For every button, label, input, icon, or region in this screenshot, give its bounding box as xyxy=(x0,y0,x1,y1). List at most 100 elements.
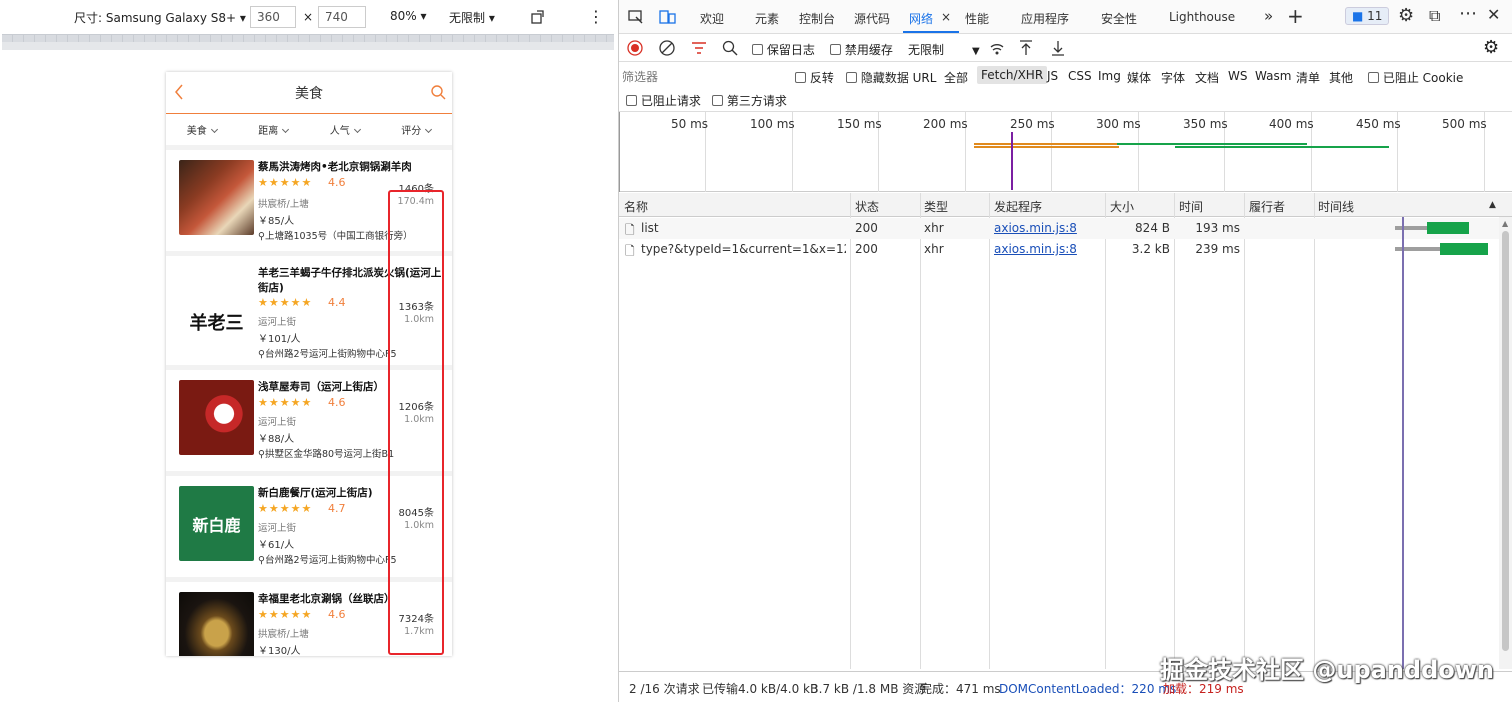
download-har-icon[interactable] xyxy=(1051,39,1065,57)
scroll-up-icon[interactable]: ▲ xyxy=(1502,219,1508,228)
upload-har-icon[interactable] xyxy=(1019,39,1033,57)
tab-lighthouse[interactable]: Lighthouse xyxy=(1169,10,1235,24)
disable-cache-checkbox[interactable]: 禁用缓存 xyxy=(830,41,893,58)
filter-category[interactable]: 美食 xyxy=(187,122,218,137)
checkbox[interactable] xyxy=(846,72,857,83)
type-js[interactable]: JS xyxy=(1047,69,1058,83)
filter-popularity[interactable]: 人气 xyxy=(330,122,361,137)
type-wasm[interactable]: Wasm xyxy=(1255,69,1291,83)
record-icon[interactable] xyxy=(627,40,643,56)
tick-label: 450 ms xyxy=(1356,117,1401,131)
tab-elements[interactable]: 元素 xyxy=(755,10,779,27)
col-fulfilled-by[interactable]: 履行者 xyxy=(1249,198,1285,215)
tab-sources[interactable]: 源代码 xyxy=(854,10,890,27)
filter-icon[interactable] xyxy=(691,41,707,55)
network-settings-icon[interactable]: ⚙ xyxy=(1483,37,1499,58)
type-img[interactable]: Img xyxy=(1098,69,1121,83)
checkbox[interactable] xyxy=(795,72,806,83)
rating-stars: ★★★★★ xyxy=(258,502,313,515)
col-status[interactable]: 状态 xyxy=(855,198,879,215)
close-devtools-icon[interactable]: ✕ xyxy=(1487,5,1500,24)
table-row[interactable]: 🗋 type?&typeId=1&current=1&x=120.... 200… xyxy=(619,239,1499,260)
add-tab-icon[interactable]: + xyxy=(1287,4,1304,28)
type-ws[interactable]: WS xyxy=(1228,69,1247,83)
rating-stars: ★★★★★ xyxy=(258,176,313,189)
scrollbar-thumb[interactable] xyxy=(1502,231,1509,651)
dropdown-arrow-icon: ▼ xyxy=(972,46,980,57)
invert-checkbox[interactable]: 反转 xyxy=(795,69,834,86)
throttle-dropdown-label: 无限制 xyxy=(908,43,945,57)
col-name[interactable]: 名称 xyxy=(624,198,648,215)
zoom-select[interactable]: 80% ▾ xyxy=(390,9,427,23)
device-select[interactable]: 尺寸: Samsung Galaxy S8+ ▾ xyxy=(74,9,246,26)
type-manifest[interactable]: 清单 xyxy=(1296,69,1320,86)
throttle-dropdown[interactable]: 无限制 ▼ xyxy=(908,41,980,58)
settings-icon[interactable]: ⚙ xyxy=(1398,5,1414,26)
col-size[interactable]: 大小 xyxy=(1110,198,1134,215)
table-row[interactable]: 🗋 list 200 xhr axios.min.js:8 824 B 193 … xyxy=(619,218,1499,239)
filter-distance[interactable]: 距离 xyxy=(258,122,290,137)
checkbox[interactable] xyxy=(830,44,841,55)
close-tab-icon[interactable]: × xyxy=(941,10,951,24)
blocked-requests-checkbox[interactable]: 已阻止请求 xyxy=(626,92,701,109)
checkbox[interactable] xyxy=(1368,72,1379,83)
type-other[interactable]: 其他 xyxy=(1329,69,1353,86)
more-tabs-icon[interactable]: » xyxy=(1264,7,1273,25)
col-time[interactable]: 时间 xyxy=(1179,198,1203,215)
type-all[interactable]: 全部 xyxy=(944,69,968,86)
tab-performance[interactable]: 性能 xyxy=(965,10,989,27)
more-menu-icon[interactable]: ⋯ xyxy=(1459,3,1477,24)
tab-application[interactable]: 应用程序 xyxy=(1021,10,1069,27)
shop-address-text: 拱墅区金华路80号运河上街B1 xyxy=(264,449,395,460)
timeline-overview[interactable]: 50 ms 100 ms 150 ms 200 ms 250 ms 300 ms… xyxy=(619,112,1512,192)
issues-badge[interactable]: ■ 11 xyxy=(1345,7,1390,25)
search-icon[interactable] xyxy=(430,84,446,100)
sort-up-icon[interactable]: ▲ xyxy=(1489,200,1496,210)
preserve-log-checkbox[interactable]: 保留日志 xyxy=(752,41,815,58)
tab-security[interactable]: 安全性 xyxy=(1101,10,1137,27)
type-css[interactable]: CSS xyxy=(1068,69,1092,83)
throttle-select[interactable]: 无限制 ▾ xyxy=(449,9,495,26)
request-initiator[interactable]: axios.min.js:8 xyxy=(994,242,1077,256)
device-toggle-icon[interactable] xyxy=(659,9,677,25)
clear-icon[interactable] xyxy=(659,40,675,56)
more-options-icon[interactable]: ⋮ xyxy=(588,7,604,26)
type-media[interactable]: 媒体 xyxy=(1127,69,1151,86)
customize-icon[interactable]: ⧉ xyxy=(1429,6,1440,26)
status-finish: 完成：471 ms xyxy=(920,682,1001,696)
column-separator xyxy=(850,193,851,669)
inspect-icon[interactable] xyxy=(628,9,644,25)
type-font[interactable]: 字体 xyxy=(1161,69,1185,86)
waterfall-download xyxy=(1440,243,1488,255)
search-icon[interactable] xyxy=(722,40,738,56)
shop-thumbnail-text: 羊老三 xyxy=(189,313,244,334)
device-emulation-pane: 尺寸: Samsung Galaxy S8+ ▾ 360 × 740 80% ▾… xyxy=(0,0,618,702)
third-party-checkbox[interactable]: 第三方请求 xyxy=(712,92,787,109)
back-arrow-icon[interactable] xyxy=(172,82,186,102)
blocked-cookie-checkbox[interactable]: 已阻止 Cookie xyxy=(1368,69,1463,86)
col-type[interactable]: 类型 xyxy=(924,198,948,215)
checkbox[interactable] xyxy=(712,95,723,106)
hide-data-url-checkbox[interactable]: 隐藏数据 URL xyxy=(846,69,936,86)
tab-console[interactable]: 控制台 xyxy=(799,10,835,27)
height-input[interactable]: 740 xyxy=(318,6,366,28)
checkbox[interactable] xyxy=(752,44,763,55)
tab-network[interactable]: 网络 xyxy=(909,10,933,27)
filter-input[interactable] xyxy=(622,68,787,86)
rotate-icon[interactable] xyxy=(530,9,546,25)
request-initiator[interactable]: axios.min.js:8 xyxy=(994,221,1077,235)
waterfall-download xyxy=(1427,222,1469,234)
width-input[interactable]: 360 xyxy=(250,6,296,28)
vertical-scrollbar[interactable]: ▲ xyxy=(1499,217,1512,669)
checkbox[interactable] xyxy=(626,95,637,106)
col-waterfall[interactable]: 时间线 xyxy=(1318,198,1354,215)
col-initiator[interactable]: 发起程序 xyxy=(994,198,1042,215)
filter-rating[interactable]: 评分 xyxy=(401,122,433,137)
type-doc[interactable]: 文档 xyxy=(1195,69,1219,86)
tab-welcome[interactable]: 欢迎 xyxy=(700,10,724,27)
shop-price: ￥88/人 xyxy=(258,434,295,445)
type-fetch-xhr[interactable]: Fetch/XHR xyxy=(977,66,1048,84)
issues-icon: ■ xyxy=(1352,9,1364,23)
network-conditions-icon[interactable] xyxy=(989,41,1007,57)
table-header: 名称 状态 类型 发起程序 大小 时间 履行者 时间线 ▲ xyxy=(619,193,1512,217)
